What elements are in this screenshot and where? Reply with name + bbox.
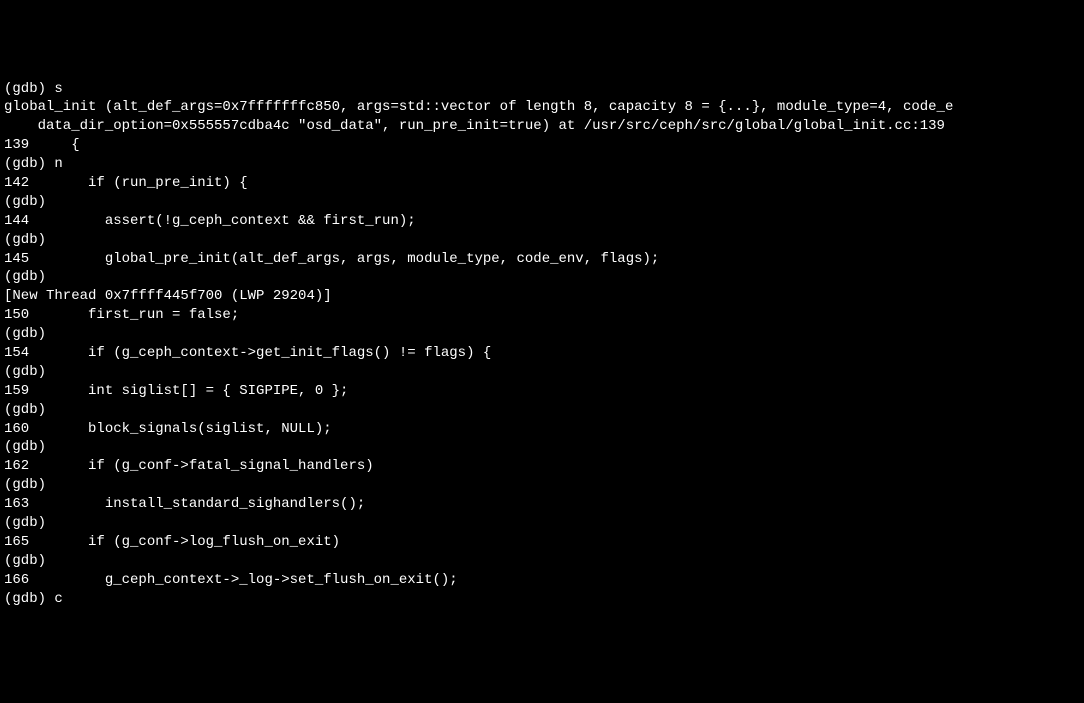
terminal-line: (gdb) (4, 363, 1080, 382)
terminal-line: (gdb) (4, 514, 1080, 533)
terminal-line: 154 if (g_ceph_context->get_init_flags()… (4, 344, 1080, 363)
terminal-line: 163 install_standard_sighandlers(); (4, 495, 1080, 514)
terminal-line: (gdb) (4, 401, 1080, 420)
terminal-line: (gdb) (4, 231, 1080, 250)
terminal-line: (gdb) (4, 193, 1080, 212)
terminal-line: 139 { (4, 136, 1080, 155)
terminal-line: 150 first_run = false; (4, 306, 1080, 325)
terminal-line: (gdb) (4, 268, 1080, 287)
terminal-line: 160 block_signals(siglist, NULL); (4, 420, 1080, 439)
terminal-line: 165 if (g_conf->log_flush_on_exit) (4, 533, 1080, 552)
terminal-line: 162 if (g_conf->fatal_signal_handlers) (4, 457, 1080, 476)
terminal-line: (gdb) c (4, 590, 1080, 609)
terminal-line: (gdb) (4, 438, 1080, 457)
terminal-line: (gdb) s (4, 80, 1080, 99)
terminal-line: 144 assert(!g_ceph_context && first_run)… (4, 212, 1080, 231)
terminal-line: 159 int siglist[] = { SIGPIPE, 0 }; (4, 382, 1080, 401)
terminal-line: (gdb) n (4, 155, 1080, 174)
terminal-line: (gdb) (4, 552, 1080, 571)
terminal-line: 145 global_pre_init(alt_def_args, args, … (4, 250, 1080, 269)
terminal-line: (gdb) (4, 325, 1080, 344)
terminal-line: data_dir_option=0x555557cdba4c "osd_data… (4, 117, 1080, 136)
terminal-line: global_init (alt_def_args=0x7fffffffc850… (4, 98, 1080, 117)
terminal-line: [New Thread 0x7ffff445f700 (LWP 29204)] (4, 287, 1080, 306)
terminal-output[interactable]: (gdb) sglobal_init (alt_def_args=0x7ffff… (4, 80, 1080, 609)
terminal-line: 142 if (run_pre_init) { (4, 174, 1080, 193)
terminal-line: (gdb) (4, 476, 1080, 495)
terminal-line: 166 g_ceph_context->_log->set_flush_on_e… (4, 571, 1080, 590)
